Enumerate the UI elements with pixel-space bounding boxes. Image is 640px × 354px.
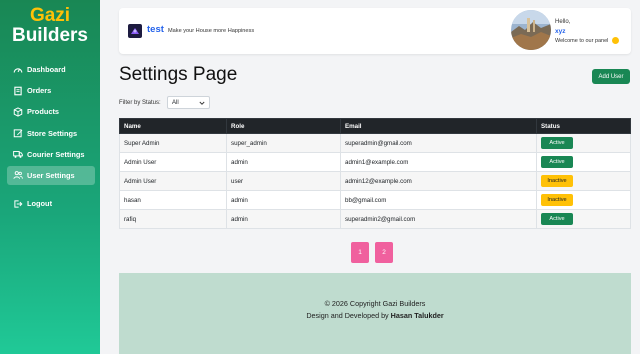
column-header-name: Name: [119, 118, 227, 134]
user-email-cell: admin1@example.com: [340, 152, 537, 172]
table-row: Super Admin super_admin superadmin@gmail…: [119, 133, 631, 153]
status-badge[interactable]: Inactive: [541, 175, 573, 187]
sidebar: Gazi Builders Dashboard Orders Products: [0, 0, 100, 354]
sidebar-item-store-settings[interactable]: Store Settings: [7, 124, 95, 143]
user-status-cell: Active: [536, 133, 631, 153]
avatar[interactable]: [511, 10, 551, 50]
sidebar-nav: Dashboard Orders Products Store Settings…: [7, 60, 95, 187]
status-badge[interactable]: Active: [541, 213, 573, 225]
logout-icon: [13, 199, 23, 209]
status-filter-value: All: [172, 99, 179, 106]
footer-developer-name: Hasan Talukder: [390, 311, 444, 320]
column-header-role: Role: [226, 118, 341, 134]
edit-icon: [13, 128, 23, 138]
user-status-cell: Inactive: [536, 171, 631, 191]
user-role-cell: admin: [226, 152, 341, 172]
footer-credits-prefix: Design and Developed by: [306, 311, 389, 320]
footer: © 2026 Copyright Gazi Builders Design an…: [119, 273, 631, 354]
page-title: Settings Page: [119, 64, 238, 85]
sidebar-item-courier-settings[interactable]: Courier Settings: [7, 145, 95, 164]
chevron-down-icon: [199, 100, 205, 106]
footer-copyright: © 2026 Copyright Gazi Builders: [324, 299, 426, 308]
welcome-message: Welcome to our panel: [555, 38, 609, 44]
status-filter-select[interactable]: All: [167, 96, 210, 109]
user-email-cell: admin12@example.com: [340, 171, 537, 191]
status-badge[interactable]: Inactive: [541, 194, 573, 206]
brand-line-1: Gazi: [29, 5, 71, 26]
smile-icon: [612, 37, 619, 44]
logout-container: Logout: [7, 194, 95, 215]
pagination: 1 2: [351, 242, 393, 263]
filter-label: Filter by Status:: [119, 100, 161, 106]
table-row: Admin User admin admin1@example.com Acti…: [119, 152, 631, 172]
site-logo[interactable]: [128, 24, 142, 38]
table-row: rafiq admin superadmin2@gmail.com Active: [119, 209, 631, 229]
user-email-cell: superadmin@gmail.com: [340, 133, 537, 153]
page-button-1[interactable]: 1: [351, 242, 369, 263]
sidebar-item-label: Dashboard: [27, 65, 66, 74]
user-role-cell: super_admin: [226, 133, 341, 153]
user-name-cell: Admin User: [119, 152, 227, 172]
footer-credits: Design and Developed by Hasan Talukder: [119, 311, 631, 320]
user-status-cell: Inactive: [536, 190, 631, 210]
page-button-2[interactable]: 2: [375, 242, 393, 263]
brand-line-2: Builders: [11, 24, 89, 46]
users-icon: [13, 170, 23, 180]
user-role-cell: user: [226, 171, 341, 191]
site-tagline: Make your House more Happiness: [168, 28, 255, 34]
sidebar-item-products[interactable]: Products: [7, 102, 95, 121]
table-row: Admin User user admin12@example.com Inac…: [119, 171, 631, 191]
user-role-cell: admin: [226, 190, 341, 210]
sidebar-item-label: Products: [27, 107, 60, 117]
gauge-icon: [13, 65, 23, 75]
user-email-cell: bb@gmail.com: [340, 190, 537, 210]
user-status-cell: Active: [536, 209, 631, 229]
table-header-row: Name Role Email Status: [119, 118, 631, 134]
sidebar-item-label: Orders: [27, 86, 52, 96]
sidebar-item-orders[interactable]: Orders: [7, 81, 95, 100]
users-table: Name Role Email Status Super Admin super…: [119, 118, 631, 229]
truck-icon: [13, 149, 23, 159]
brand: Gazi Builders: [0, 0, 100, 46]
user-name-cell: rafiq: [119, 209, 227, 229]
user-name-cell: Admin User: [119, 171, 227, 191]
username-label: xyz: [555, 28, 566, 35]
status-badge[interactable]: Active: [541, 137, 573, 149]
add-user-button[interactable]: Add User: [592, 69, 630, 84]
table-row: hasan admin bb@gmail.com Inactive: [119, 190, 631, 210]
logout-button[interactable]: Logout: [7, 194, 95, 213]
status-badge[interactable]: Active: [541, 156, 573, 168]
user-name-cell: Super Admin: [119, 133, 227, 153]
logout-label: Logout: [27, 199, 53, 208]
column-header-status: Status: [536, 118, 631, 134]
user-role-cell: admin: [226, 209, 341, 229]
sidebar-item-dashboard[interactable]: Dashboard: [7, 60, 95, 79]
sidebar-item-label: Courier Settings: [27, 149, 85, 159]
receipt-icon: [13, 86, 23, 96]
sidebar-item-user-settings[interactable]: User Settings: [7, 165, 95, 185]
user-status-cell: Active: [536, 152, 631, 172]
column-header-email: Email: [340, 118, 537, 134]
site-name[interactable]: test: [147, 24, 164, 35]
user-email-cell: superadmin2@gmail.com: [340, 209, 537, 229]
greeting-label: Hello,: [555, 19, 571, 25]
sidebar-item-label: Store Settings: [27, 128, 78, 138]
sidebar-item-label: User Settings: [27, 170, 75, 180]
user-name-cell: hasan: [119, 190, 227, 210]
box-icon: [13, 107, 23, 117]
top-header: test Make your House more Happiness Hell…: [119, 8, 631, 54]
